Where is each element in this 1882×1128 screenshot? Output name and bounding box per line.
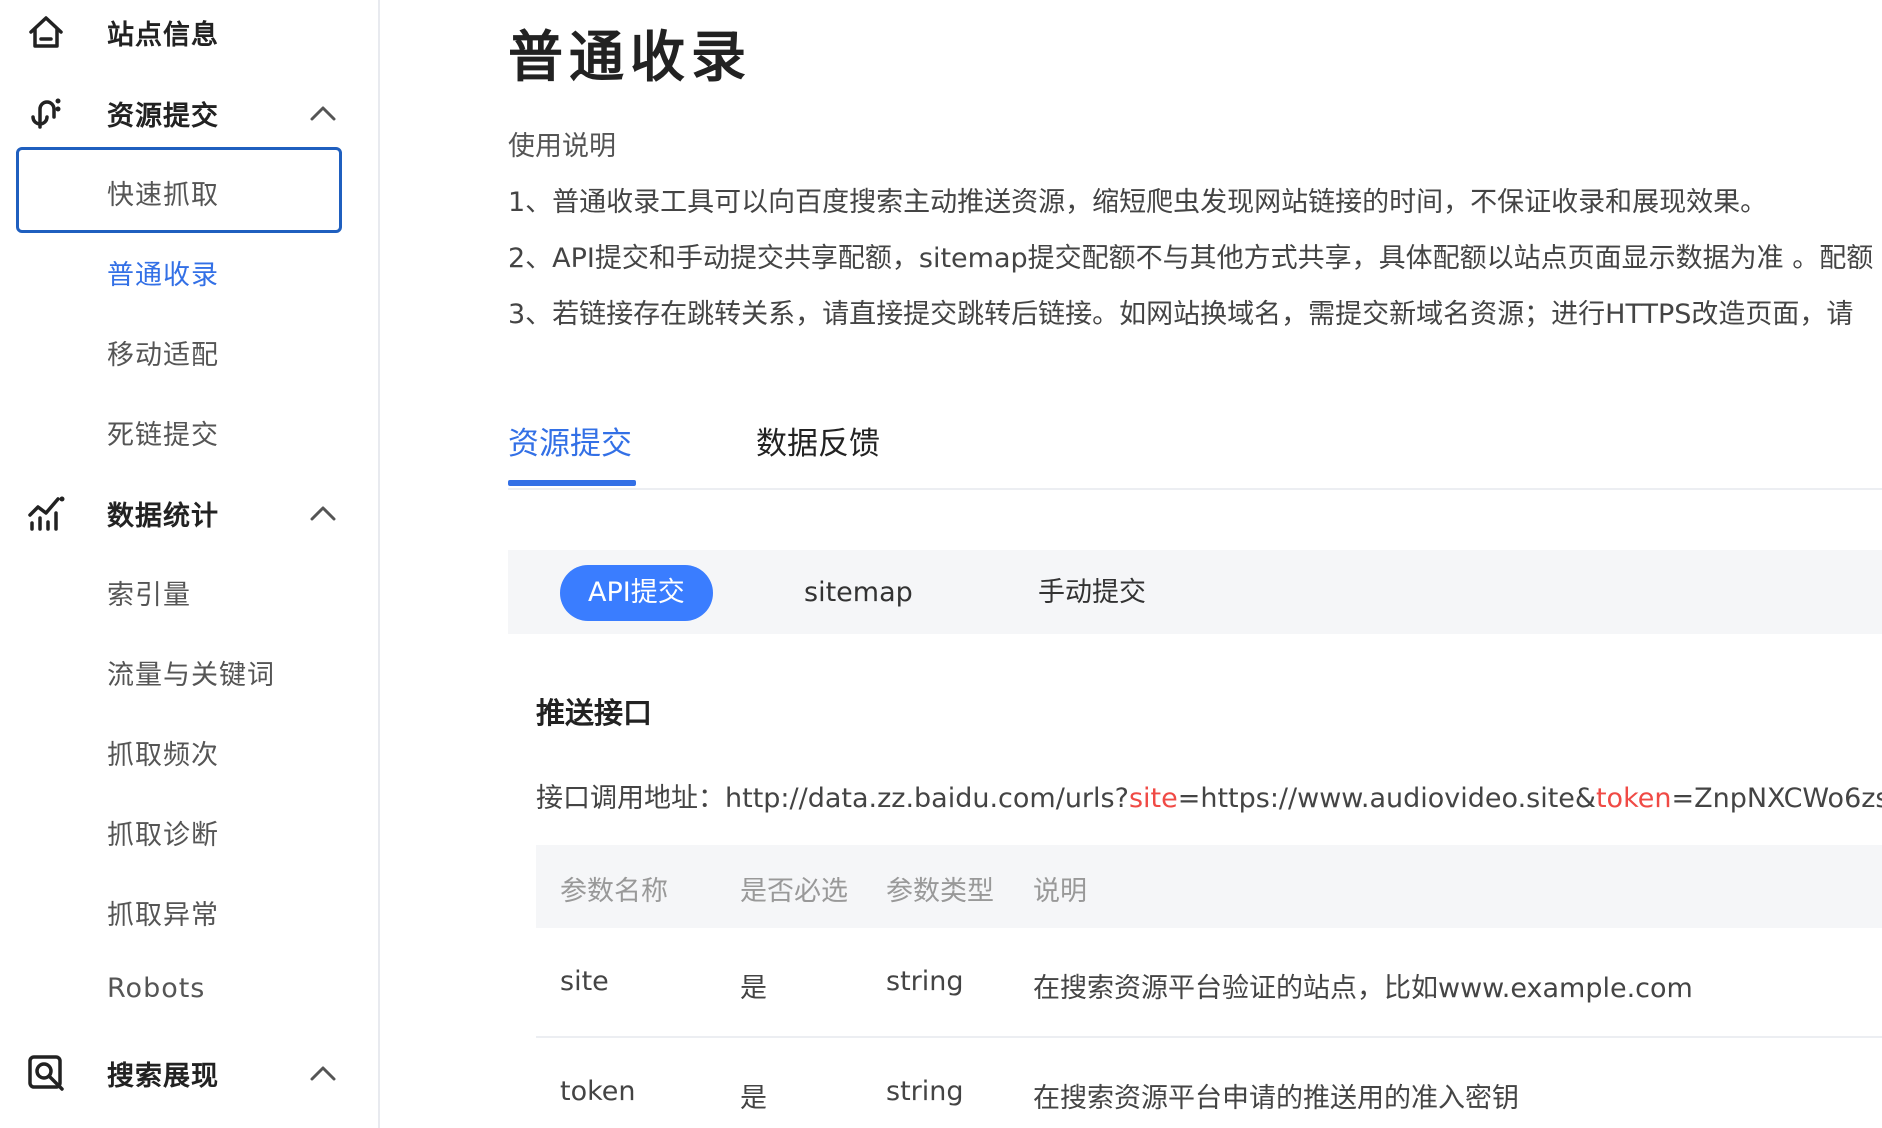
sidebar-item-dead-link[interactable]: 死链提交 [107,413,219,452]
sidebar-item-mobile-adapt[interactable]: 移动适配 [107,333,219,372]
page-title: 普通收录 [508,25,753,89]
usage-line-1: 1、普通收录工具可以向百度搜索主动推送资源，缩短爬虫发现网站链接的时间，不保证收… [508,187,1768,218]
sidebar-group-label: 资源提交 [107,100,219,132]
column-header: 参数名称 [560,876,668,907]
table-cell: site [560,966,609,997]
tab-data-feedback[interactable]: 数据反馈 [756,418,880,463]
usage-title: 使用说明 [508,131,616,162]
usage-line-3: 3、若链接存在跳转关系，请直接提交跳转后链接。如网站换域名，需提交新域名资源；进… [508,299,1854,330]
table-row: site 是 string 在搜索资源平台验证的站点，比如www.example… [536,928,1882,1038]
api-value-site: =https://www.audiovideo.site& [1177,783,1596,814]
main-content: 普通收录 使用说明 1、普通收录工具可以向百度搜索主动推送资源，缩短爬虫发现网站… [382,0,1882,1128]
table-cell: 是 [740,1083,767,1114]
api-endpoint: 接口调用地址：http://data.zz.baidu.com/urls?sit… [536,776,1882,815]
sidebar-item-crawl-frequency[interactable]: 抓取频次 [107,733,219,772]
column-header: 是否必选 [740,876,848,907]
subtab-sitemap[interactable]: sitemap [776,565,941,621]
api-param-site: site [1128,783,1178,814]
sidebar-item-normal-index[interactable]: 普通收录 [107,253,219,292]
chevron-up-icon[interactable] [306,496,340,530]
sidebar-item-crawl-exceptions[interactable]: 抓取异常 [107,893,219,932]
column-header: 说明 [1033,876,1087,907]
api-endpoint-label: 接口调用地址： [536,783,725,814]
chevron-up-icon[interactable] [306,1056,340,1090]
api-value-token: =ZnpNXCWo6zsaeO3M [1671,783,1882,814]
table-header: 参数名称 是否必选 参数类型 说明 [536,845,1882,928]
link-submit-icon [26,93,66,133]
subtab-manual[interactable]: 手动提交 [1010,565,1174,621]
table-cell: string [886,966,964,997]
table-cell: string [886,1076,964,1107]
sidebar-item-crawl-diagnosis[interactable]: 抓取诊断 [107,813,219,852]
api-endpoint-base: http://data.zz.baidu.com/urls? [725,783,1129,814]
tab-resource-submit[interactable]: 资源提交 [508,418,632,463]
submit-method-tabs: API提交 sitemap 手动提交 [508,550,1882,634]
sidebar-item-robots[interactable]: Robots [107,973,205,1004]
app-window: 站点信息 资源提交 快速抓取 普通收录 移动适配 死链提交 数据统计 索引量 流… [0,0,1882,1128]
search-display-icon [26,1053,66,1093]
chevron-up-icon[interactable] [306,96,340,130]
sidebar-group-label: 搜索展现 [107,1060,219,1092]
api-param-token: token [1595,783,1672,814]
column-header: 参数类型 [886,876,994,907]
home-icon [26,12,66,52]
chart-trend-icon [26,493,66,533]
table-cell: 是 [740,973,767,1004]
sidebar-group-resource-submit[interactable]: 资源提交 [0,73,380,153]
params-table: 参数名称 是否必选 参数类型 说明 site 是 string 在搜索资源平台验… [536,845,1882,1128]
sidebar-group-data-stats[interactable]: 数据统计 [0,473,380,553]
sidebar-item-traffic-keywords[interactable]: 流量与关键词 [107,653,275,692]
active-tab-indicator [508,480,636,486]
subtab-api[interactable]: API提交 [560,565,713,621]
sidebar-item-site-info[interactable]: 站点信息 [0,0,380,72]
sidebar: 站点信息 资源提交 快速抓取 普通收录 移动适配 死链提交 数据统计 索引量 流… [0,0,380,1128]
sidebar-group-search-display[interactable]: 搜索展现 [0,1033,380,1113]
sidebar-item-index-volume[interactable]: 索引量 [107,573,191,612]
table-cell: 在搜索资源平台申请的推送用的准入密钥 [1033,1083,1519,1114]
table-cell: 在搜索资源平台验证的站点，比如www.example.com [1033,973,1693,1004]
sidebar-item-fast-crawl[interactable]: 快速抓取 [107,173,219,212]
table-row: token 是 string 在搜索资源平台申请的推送用的准入密钥 [536,1038,1882,1128]
main-tabs: 资源提交 数据反馈 [508,410,1882,490]
table-cell: token [560,1076,636,1107]
section-title: 推送接口 [536,696,653,730]
usage-line-2: 2、API提交和手动提交共享配额，sitemap提交配额不与其他方式共享，具体配… [508,243,1874,274]
sidebar-item-label: 站点信息 [107,19,219,51]
sidebar-group-label: 数据统计 [107,500,219,532]
